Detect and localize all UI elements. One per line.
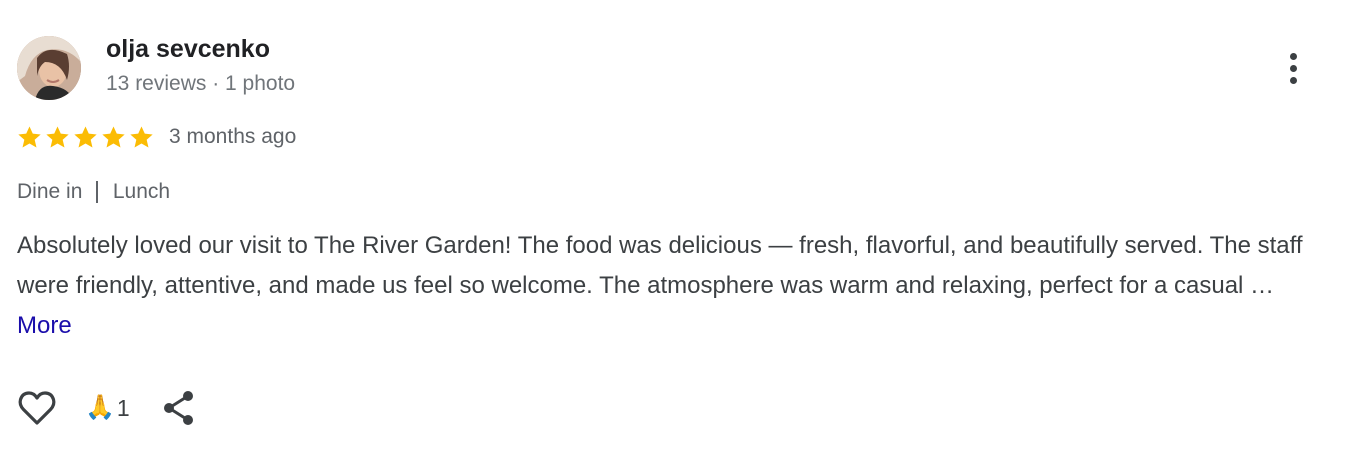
tag-dine-in: Dine in [17, 180, 83, 203]
avatar-image [17, 36, 81, 100]
menu-dot [1289, 52, 1297, 60]
menu-dot [1289, 64, 1297, 72]
star-icon [130, 126, 153, 148]
menu-dot [1289, 76, 1297, 84]
star-icon [46, 126, 69, 148]
review-time: 3 months ago [169, 125, 297, 148]
star-rating [16, 124, 155, 151]
review-actions: 🙏 1 [17, 386, 196, 430]
tag-lunch: Lunch [112, 180, 171, 203]
author-name[interactable]: olja sevcenko [106, 35, 270, 64]
avatar[interactable] [17, 36, 81, 100]
reaction-count: 1 [116, 394, 130, 421]
more-link[interactable]: More [17, 312, 72, 339]
heart-icon[interactable] [17, 388, 57, 428]
share-icon[interactable] [162, 389, 196, 427]
review-card: olja sevcenko 13 reviews · 1 photo 3 mon… [0, 0, 1346, 464]
author-meta[interactable]: 13 reviews · 1 photo [106, 72, 295, 96]
pray-emoji-icon: 🙏 [85, 394, 115, 421]
review-body: Absolutely loved our visit to The River … [17, 232, 1303, 299]
star-icon [18, 126, 41, 148]
star-icon [102, 126, 125, 148]
tag-separator [96, 181, 98, 203]
star-icon [74, 126, 97, 148]
review-text: Absolutely loved our visit to The River … [17, 226, 1327, 346]
reaction-button[interactable]: 🙏 1 [85, 395, 130, 422]
review-tags: Dine in Lunch [17, 180, 170, 204]
more-options-icon[interactable] [1276, 48, 1310, 88]
